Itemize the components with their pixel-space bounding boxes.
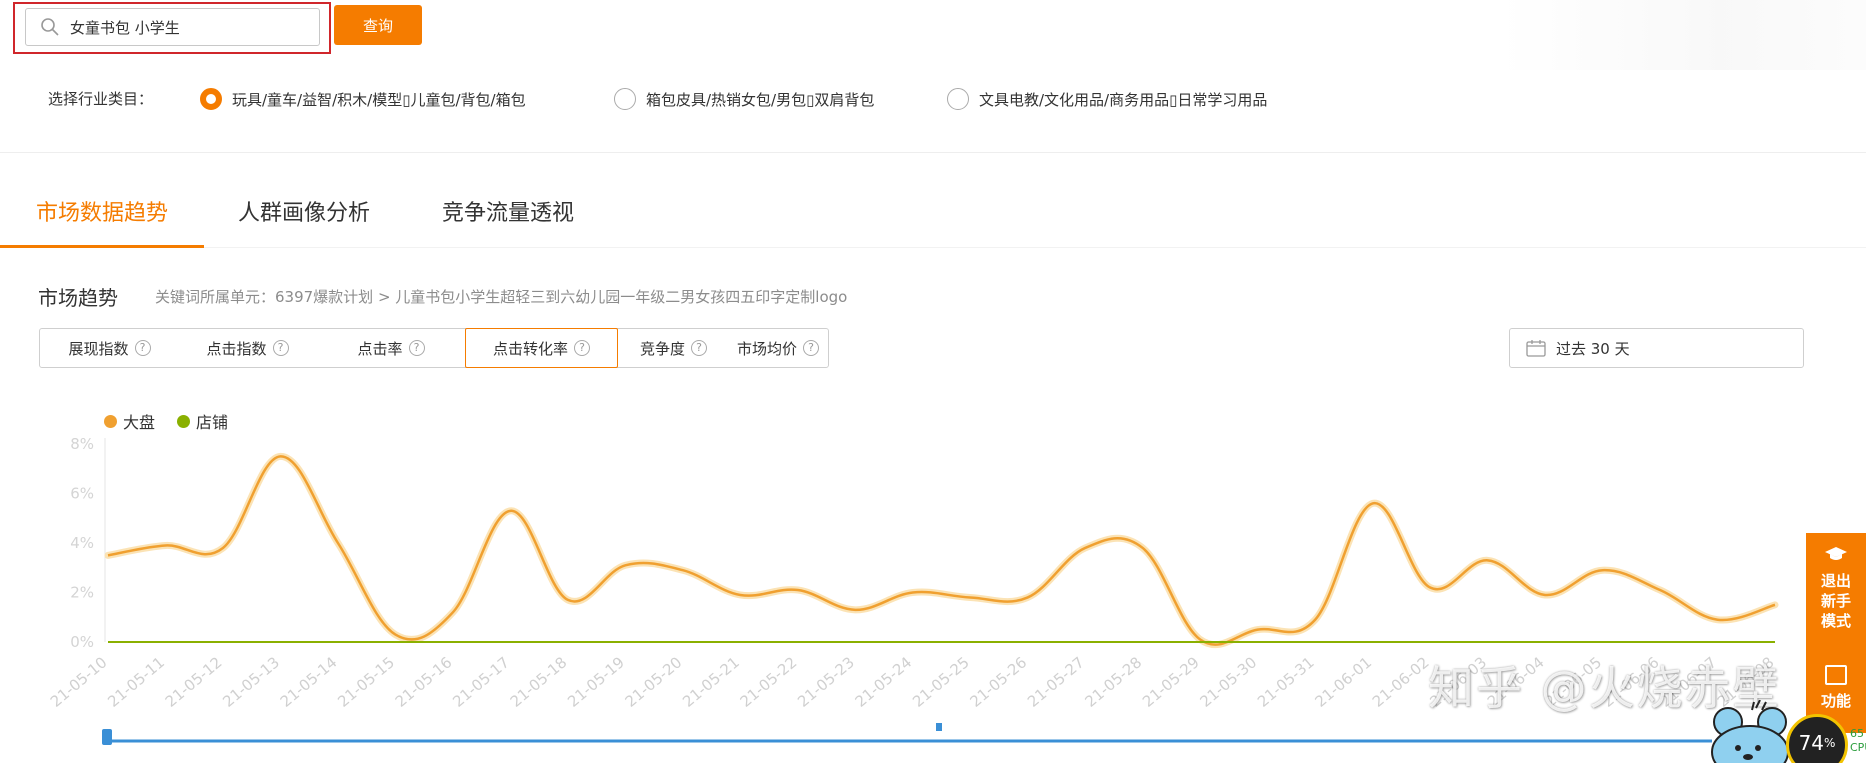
book-icon <box>1825 665 1847 685</box>
section-title: 市场趋势 <box>38 286 118 310</box>
legend-marker <box>177 414 191 428</box>
search-input[interactable] <box>70 18 300 36</box>
x-tick-label: 21-05-23 <box>794 653 858 711</box>
metric-avg-price[interactable]: 市场均价? <box>730 329 826 367</box>
y-tick-label: 8% <box>70 435 94 453</box>
x-tick-label: 21-05-25 <box>909 653 973 711</box>
y-tick-label: 6% <box>70 485 94 503</box>
category-option-label: 玩具/童车/益智/积木/模型▯儿童包/背包/箱包 <box>232 90 526 109</box>
x-tick-label: 21-05-13 <box>219 653 283 711</box>
x-tick-label: 21-05-18 <box>507 653 571 711</box>
category-option-label: 文具电教/文化用品/商务用品▯日常学习用品 <box>979 90 1268 109</box>
category-option-bags[interactable]: 箱包皮具/热销女包/男包▯双肩背包 <box>614 88 874 110</box>
metric-clicks[interactable]: 点击指数? <box>179 329 316 367</box>
metric-competition[interactable]: 竞争度? <box>617 329 730 367</box>
gauge-unit: % <box>1824 736 1836 750</box>
x-tick-label: 21-05-24 <box>852 653 916 711</box>
metric-ctr[interactable]: 点击率? <box>316 329 466 367</box>
x-tick-label: 21-05-21 <box>679 653 743 711</box>
mascot-image <box>1711 700 1789 763</box>
x-tick-label: 21-05-14 <box>277 653 341 711</box>
side-readout-label: CPU <box>1850 741 1866 754</box>
legend-marker <box>104 414 117 428</box>
x-tick-label: 21-05-26 <box>967 653 1031 711</box>
metric-conversion-rate[interactable]: 点击转化率? <box>465 328 618 368</box>
tab-market-trend[interactable]: 市场数据趋势 <box>0 196 205 248</box>
exit-guide-mode-button[interactable]: 退出新手模式 <box>1816 571 1856 631</box>
category-option-stationery[interactable]: 文具电教/文化用品/商务用品▯日常学习用品 <box>947 88 1267 110</box>
search-button[interactable]: 查询 <box>334 5 422 45</box>
gauge-value: 74 <box>1798 731 1825 755</box>
help-icon[interactable]: ? <box>691 340 707 356</box>
x-tick-label: 21-05-10 <box>47 653 111 711</box>
category-option-label: 箱包皮具/热销女包/男包▯双肩背包 <box>646 90 875 109</box>
help-icon[interactable]: ? <box>134 340 151 356</box>
search-icon <box>41 18 59 36</box>
radio-icon[interactable] <box>614 88 636 110</box>
analysis-tabs: 市场数据趋势 人群画像分析 竞争流量透视 <box>0 196 610 248</box>
zoom-slider-center-handle[interactable] <box>936 723 942 731</box>
guide-panel[interactable]: 退出新手模式 功能 <box>1806 533 1866 733</box>
calendar-icon <box>1526 340 1546 357</box>
series-line-market <box>107 455 1776 646</box>
y-tick-label: 2% <box>70 584 94 602</box>
x-tick-label: 21-05-19 <box>564 653 628 711</box>
metric-impressions[interactable]: 展现指数? <box>40 329 179 367</box>
x-tick-label: 21-05-27 <box>1024 653 1088 711</box>
series-glow-market <box>104 452 1779 649</box>
graduation-cap-icon <box>1825 547 1847 560</box>
side-readout: 65 CPU <box>1850 727 1866 755</box>
help-icon[interactable]: ? <box>408 340 425 356</box>
y-tick-label: 4% <box>70 534 94 552</box>
x-tick-label: 21-06-02 <box>1369 653 1433 711</box>
x-tick-label: 21-05-20 <box>622 653 686 711</box>
radio-icon[interactable] <box>947 88 969 110</box>
category-label: 选择行业类目： <box>48 90 154 108</box>
x-tick-label: 21-05-17 <box>449 653 513 711</box>
category-option-toys[interactable]: 玩具/童车/益智/积木/模型▯儿童包/背包/箱包 <box>200 88 526 110</box>
search-field[interactable] <box>25 8 320 46</box>
x-tick-label: 21-05-12 <box>162 653 226 711</box>
radio-checked-icon[interactable] <box>200 88 222 110</box>
x-tick-label: 21-05-31 <box>1254 653 1318 711</box>
x-tick-label: 21-05-11 <box>104 653 168 711</box>
help-icon[interactable]: ? <box>803 340 819 356</box>
date-range-select[interactable]: 过去 30 天 <box>1509 328 1804 368</box>
y-tick-label: 0% <box>70 633 94 651</box>
function-button[interactable]: 功能 <box>1821 691 1851 711</box>
x-tick-label: 21-05-22 <box>737 653 801 711</box>
x-tick-label: 21-05-28 <box>1082 653 1146 711</box>
zoom-slider-left-handle[interactable] <box>102 729 112 745</box>
metric-tabs: 展现指数? 点击指数? 点击率? 点击转化率? 竞争度? 市场均价? <box>39 328 829 368</box>
x-tick-label: 21-06-01 <box>1311 653 1375 711</box>
breadcrumb: 关键词所属单元：6397爆款计划 > 儿童书包小学生超轻三到六幼儿园一年级二男女… <box>155 288 848 306</box>
side-readout-value: 65 <box>1850 727 1864 740</box>
tab-audience-profile[interactable]: 人群画像分析 <box>204 196 406 248</box>
help-icon[interactable]: ? <box>574 340 590 356</box>
x-tick-label: 21-05-16 <box>392 653 456 711</box>
x-tick-label: 21-05-29 <box>1139 653 1203 711</box>
help-icon[interactable]: ? <box>272 340 289 356</box>
divider <box>0 152 1866 153</box>
x-tick-label: 21-05-15 <box>334 653 398 711</box>
tab-competition-traffic[interactable]: 竞争流量透视 <box>406 196 610 248</box>
top-right-fade <box>1500 0 1866 70</box>
date-range-label: 过去 30 天 <box>1556 339 1630 358</box>
x-tick-label: 21-05-30 <box>1196 653 1260 711</box>
